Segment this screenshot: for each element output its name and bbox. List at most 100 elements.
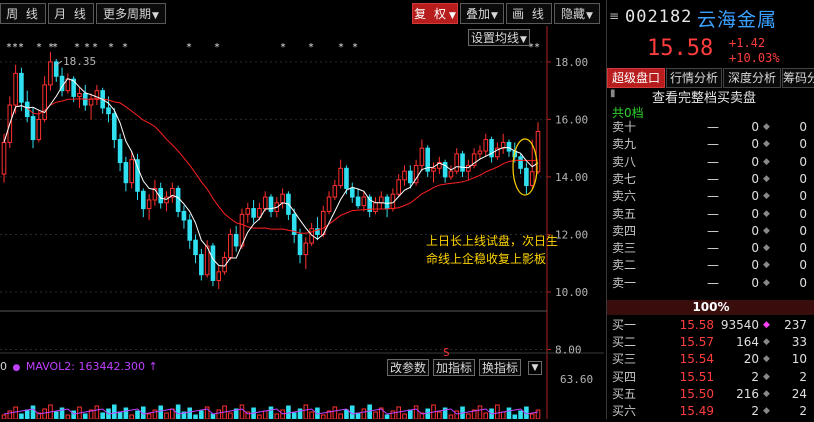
add-indicator-button[interactable]: 加指标 (433, 359, 475, 376)
monthly-label: 月 线 (54, 7, 88, 21)
level-name: 卖四 (612, 223, 637, 238)
candle-body (111, 113, 117, 141)
overlay-button[interactable]: 叠加▼ (460, 3, 504, 24)
s-marker: S (443, 346, 450, 359)
level-volume: 93540 (720, 318, 759, 332)
sell-level-row[interactable]: 卖九 —0 ◆ 0 (607, 137, 814, 152)
volume-bar (175, 404, 181, 420)
candle-body (506, 141, 512, 152)
buy-level-row[interactable]: 买一 15.58 93540 ◆ 237 (607, 318, 814, 333)
hide-button[interactable]: 隐藏▼ (554, 3, 600, 24)
level-count: 0 (799, 120, 807, 134)
sell-level-row[interactable]: 卖十 —0 ◆ 0 (607, 120, 814, 135)
arrow-up-icon: ↑ (148, 360, 158, 373)
level-name: 买四 (612, 369, 637, 384)
volume-bar (216, 409, 222, 420)
volume-bar (303, 404, 309, 420)
add-indicator-label: 加指标 (435, 361, 472, 375)
buy-level-row[interactable]: 买五 15.50 216 ◆ 24 (607, 387, 814, 402)
volume-bar (332, 406, 338, 420)
sell-level-row[interactable]: 卖七 —0 ◆ 0 (607, 172, 814, 187)
volume-bar (413, 405, 419, 420)
candle-body (175, 187, 181, 212)
annotation-line-2: 命线上企稳收复上影板 (426, 252, 547, 266)
volume-bar (94, 405, 100, 420)
volume-bar (146, 413, 152, 420)
volume-bar (344, 409, 349, 420)
sell-level-row[interactable]: 卖二 —0 ◆ 0 (607, 258, 814, 273)
candle-body (146, 199, 152, 210)
volume-bar (408, 409, 413, 420)
candle-body (338, 167, 343, 187)
level-name: 卖五 (612, 206, 637, 221)
volume-bar (477, 405, 483, 420)
tab-super-orderbook[interactable]: 超级盘口 (607, 68, 665, 88)
tab-market-analysis[interactable]: 行情分析 (666, 68, 722, 88)
expand-icon[interactable]: ▮ (610, 88, 616, 99)
buy-level-row[interactable]: 买六 15.49 2 ◆ 2 (607, 404, 814, 419)
volume-bar (338, 413, 343, 420)
ytick-label: 16.00 (555, 113, 588, 126)
weekly-button[interactable]: 周 线 (0, 3, 46, 24)
candle-body (448, 170, 454, 178)
ytick-label: 12.00 (555, 228, 588, 241)
candle-body (88, 98, 94, 106)
ma-settings-button[interactable]: 设置均线▼ (468, 29, 530, 46)
volume-bar (123, 407, 129, 420)
draw-line-button[interactable]: 画 线 (506, 3, 552, 24)
menu-icon[interactable]: ≡ (609, 9, 619, 23)
vol-axis-label: 63.60 (560, 373, 593, 386)
scroll-arrow-icon[interactable]: ▼ (528, 361, 542, 375)
more-period-button[interactable]: 更多周期▼ (96, 3, 166, 24)
weekly-label: 周 线 (6, 7, 40, 21)
monthly-button[interactable]: 月 线 (48, 3, 94, 24)
candle-body (193, 239, 198, 256)
vol-prefix: 0 (0, 360, 7, 373)
candle-body (396, 179, 401, 195)
tab-depth-analysis[interactable]: 深度分析 (723, 68, 781, 88)
last-price: 15.58 (647, 36, 714, 61)
level-count: 0 (799, 137, 807, 152)
candle-body (36, 118, 42, 141)
adjust-button[interactable]: 复 权▼ (412, 3, 458, 24)
level-count: 0 (799, 189, 807, 204)
volume-bar (390, 410, 396, 420)
candle-body (77, 93, 82, 97)
candle-body (262, 196, 268, 210)
sell-level-row[interactable]: 卖六 —0 ◆ 0 (607, 189, 814, 204)
buy-level-row[interactable]: 买二 15.57 164 ◆ 33 (607, 335, 814, 350)
level-count: 0 (799, 171, 807, 186)
sell-level-row[interactable]: 卖三 —0 ◆ 0 (607, 241, 814, 256)
volume-bar (199, 410, 204, 420)
event-asterisk: * (186, 42, 192, 53)
sell-level-row[interactable]: 卖一 —0 ◆ 0 (607, 276, 814, 291)
full-orderbook-link[interactable]: 查看完整档买卖盘 (652, 87, 756, 106)
sell-level-row[interactable]: 卖四 —0 ◆ 0 (607, 224, 814, 239)
volume-bar (53, 411, 59, 420)
buy-level-row[interactable]: 买四 15.51 2 ◆ 2 (607, 370, 814, 385)
chevron-down-icon: ▼ (586, 11, 593, 21)
level-price: — (707, 154, 719, 169)
ytick-label: 14.00 (555, 171, 588, 184)
volume-bar (262, 410, 268, 420)
level-volume: 0 (751, 258, 759, 273)
volume-bar (257, 414, 262, 420)
event-asterisk: * (534, 42, 540, 53)
level-name: 买五 (612, 386, 637, 401)
volume-bar (19, 413, 24, 420)
candle-body (141, 190, 146, 210)
volume-bar (373, 411, 378, 420)
level-volume: 2 (751, 369, 759, 384)
sell-level-row[interactable]: 卖八 —0 ◆ 0 (607, 155, 814, 170)
candle-body (344, 167, 349, 189)
edit-params-button[interactable]: 改参数 (387, 359, 429, 376)
volume-bar (425, 408, 431, 420)
tab-chips[interactable]: 筹码分 (782, 68, 814, 88)
switch-indicator-button[interactable]: 换指标 (479, 359, 521, 376)
level-count: 2 (799, 369, 807, 384)
chevron-down-icon: ▼ (520, 35, 527, 45)
buy-level-row[interactable]: 买三 15.54 20 ◆ 10 (607, 352, 814, 367)
highlight-ellipse (512, 138, 538, 196)
level-count: 0 (799, 258, 807, 273)
sell-level-row[interactable]: 卖五 —0 ◆ 0 (607, 207, 814, 222)
